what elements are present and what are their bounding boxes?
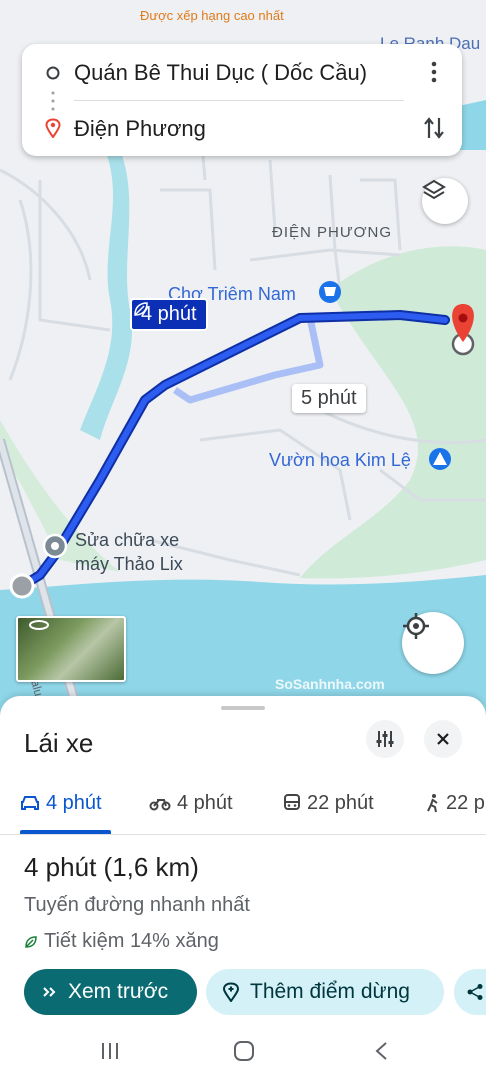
add-stop-button[interactable]: Thêm điểm dừng (206, 969, 444, 1015)
layers-icon (422, 179, 446, 200)
back-icon[interactable] (374, 1041, 388, 1061)
repair-shop-label[interactable]: Sửa chữa xe máy Thảo Lix (75, 528, 183, 576)
origin-row[interactable]: Quán Bê Thui Dục ( Dốc Cầu) (22, 44, 462, 100)
preview-label: Xem trước (68, 980, 169, 1003)
transit-icon (284, 794, 300, 810)
route-summary: 4 phút (1,6 km) (24, 852, 199, 883)
route-description: Tuyến đường nhanh nhất (24, 894, 250, 916)
drag-handle[interactable] (221, 706, 265, 710)
leaf-icon (134, 302, 148, 316)
swap-icon[interactable] (423, 116, 445, 140)
canal (80, 150, 133, 440)
status-notification: Được xếp hạng cao nhất (140, 8, 284, 23)
my-location-button[interactable] (402, 612, 464, 674)
watermark: SoSanhnha.com (275, 676, 385, 692)
route-card[interactable]: Quán Bê Thui Dục ( Dốc Cầu) Điện Phương (22, 44, 462, 156)
share-icon (467, 984, 483, 1000)
add-stop-icon (222, 982, 240, 1002)
layers-button[interactable] (422, 178, 468, 224)
route-duration: 4 phút (24, 852, 97, 882)
route-distance: (1,6 km) (103, 852, 199, 882)
eco-text: Tiết kiệm 14% xăng (44, 930, 219, 952)
status-bar: Được xếp hạng cao nhất (0, 0, 486, 30)
street-view-icon (29, 620, 49, 630)
directions-sheet[interactable]: Lái xe 4 phút 4 phút 22 phút 22 p 4 phút… (0, 696, 486, 1080)
close-button[interactable] (424, 720, 462, 758)
add-stop-label: Thêm điểm dừng (250, 980, 410, 1003)
share-button[interactable] (454, 969, 486, 1015)
street-view-thumbnail[interactable] (16, 616, 126, 682)
recent-apps-icon[interactable] (100, 1042, 120, 1060)
origin-field[interactable]: Quán Bê Thui Dục ( Dốc Cầu) (74, 60, 367, 86)
more-vert-icon[interactable] (431, 61, 437, 83)
close-icon (437, 733, 449, 745)
origin-circle-icon (46, 66, 60, 80)
crosshair-icon (403, 613, 429, 639)
primary-route-time-badge[interactable]: 4 phút (130, 298, 208, 331)
tabs-divider (0, 834, 486, 835)
tab-walking[interactable]: 22 p (426, 788, 485, 818)
double-chevron-icon (43, 987, 56, 997)
alt-route-time-badge[interactable]: 5 phút (292, 384, 366, 413)
eco-leaf-icon (25, 935, 37, 948)
route-options-button[interactable] (366, 720, 404, 758)
origin-marker[interactable] (9, 573, 35, 599)
tab-driving-label: 4 phút (46, 791, 102, 814)
tune-icon (376, 731, 394, 747)
motorbike-icon (149, 799, 171, 811)
car-icon (21, 796, 39, 810)
system-nav-bar (0, 1024, 486, 1080)
destination-row[interactable]: Điện Phương (22, 100, 462, 156)
destination-field[interactable]: Điện Phương (74, 116, 206, 142)
tab-transit[interactable]: 22 phút (283, 788, 374, 818)
tab-walking-label: 22 p (446, 791, 485, 814)
preview-button[interactable]: Xem trước (24, 969, 197, 1015)
area-label: ĐIỆN PHƯƠNG (272, 224, 393, 241)
park-label[interactable]: Vườn hoa Kim Lệ (269, 450, 411, 471)
walk-icon (427, 794, 438, 813)
sheet-title: Lái xe (24, 728, 94, 758)
tab-transit-label: 22 phút (307, 791, 374, 814)
tab-driving[interactable]: 4 phút (20, 788, 102, 818)
destination-icon (45, 118, 61, 138)
tab-motorbike-label: 4 phút (177, 791, 233, 814)
home-icon[interactable] (233, 1040, 255, 1062)
eco-info: Tiết kiệm 14% xăng (24, 930, 219, 953)
tab-motorbike[interactable]: 4 phút (149, 788, 233, 818)
